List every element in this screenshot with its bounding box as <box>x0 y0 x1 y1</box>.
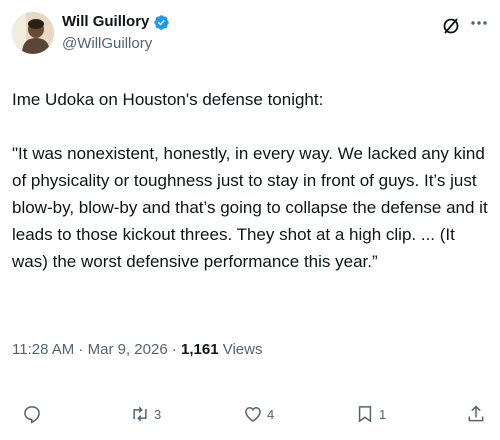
bookmark-button[interactable]: 1 <box>355 398 386 430</box>
like-icon <box>245 406 261 422</box>
display-name[interactable]: Will Guillory <box>62 12 149 32</box>
reply-button[interactable] <box>22 398 46 430</box>
retweet-icon <box>133 406 147 422</box>
share-button[interactable] <box>466 398 486 430</box>
meta-separator-2: · <box>167 341 181 358</box>
retweet-button[interactable]: 3 <box>130 398 161 430</box>
meta-separator: · <box>74 341 88 358</box>
action-bar: 3 4 1 <box>0 398 500 430</box>
tweet-date[interactable]: Mar 9, 2026 <box>88 341 168 358</box>
avatar-image <box>12 12 54 54</box>
like-button[interactable]: 4 <box>243 398 274 430</box>
retweet-count: 3 <box>154 406 162 422</box>
like-count: 4 <box>267 406 275 422</box>
bookmark-count: 1 <box>379 406 387 422</box>
author-block: Will Guillory @WillGuillory <box>62 12 170 54</box>
author-name-row[interactable]: Will Guillory <box>62 12 170 32</box>
views-label: Views <box>218 341 263 358</box>
share-icon <box>468 405 484 422</box>
more-icon[interactable] <box>468 13 490 33</box>
tweet-meta: 11:28 AM · Mar 9, 2026 · 1,161 Views <box>12 340 262 360</box>
verified-icon <box>154 14 170 30</box>
tweet-text: Ime Udoka on Houston's defense tonight: … <box>12 90 488 271</box>
bookmark-icon <box>358 406 372 423</box>
handle[interactable]: @WillGuillory <box>62 34 170 54</box>
avatar[interactable] <box>12 12 54 54</box>
views-count: 1,161 <box>181 341 219 358</box>
tweet-time[interactable]: 11:28 AM <box>12 341 74 358</box>
reply-icon <box>24 406 40 424</box>
grok-icon[interactable] <box>441 16 461 36</box>
tweet: Will Guillory @WillGuillory Ime Udoka on… <box>0 0 500 440</box>
